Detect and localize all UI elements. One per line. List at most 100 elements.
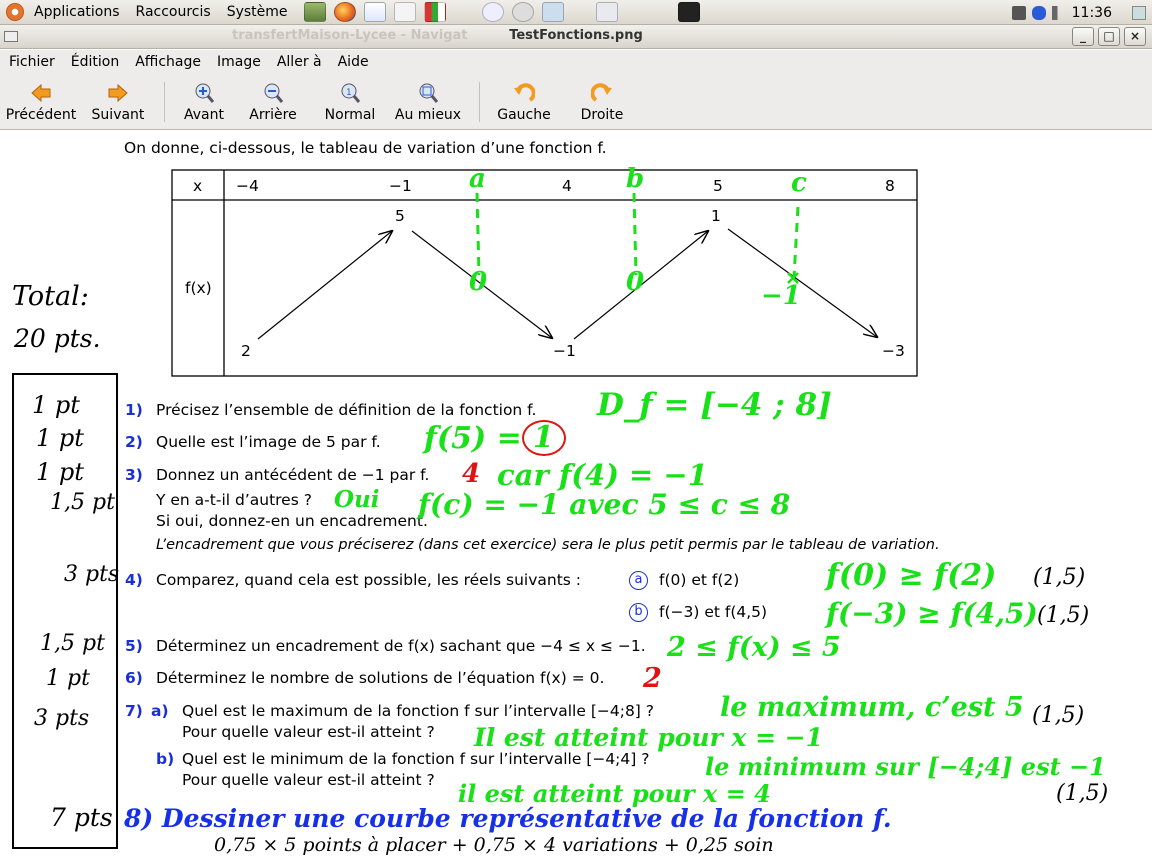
close-button[interactable]: × — [1124, 27, 1146, 46]
network-status-icon[interactable] — [1011, 5, 1026, 20]
q2-text: Quelle est l’image de 5 par f. — [156, 433, 381, 451]
rotate-right-button[interactable]: Droite — [558, 74, 646, 130]
menu-aide[interactable]: Aide — [330, 54, 377, 70]
q4-text: Comparez, quand cela est possible, les r… — [156, 571, 582, 589]
q2-number: 2) — [125, 433, 143, 451]
panel-menus: Applications Raccourcis Système — [0, 0, 296, 25]
points-q4a: (1,5) — [1033, 565, 1086, 590]
answer-q3: car f(4) = −1 — [497, 458, 708, 492]
pointer-launcher-icon[interactable] — [541, 2, 564, 22]
zoom-normal-button[interactable]: 1 Normal — [313, 74, 387, 130]
answer-q7b: le minimum sur [−4;4] est −1 — [705, 752, 1106, 781]
arrow-increasing-1 — [257, 231, 392, 340]
question-8-grading: 0,75 × 5 points à placer + 0,75 × 4 vari… — [214, 834, 774, 856]
score-q6: 1 pt — [46, 666, 90, 691]
wx-launcher-icon[interactable] — [363, 2, 386, 22]
annotation-dash-a — [475, 192, 481, 276]
top-panel: Applications Raccourcis Système 11:36 — [0, 0, 1152, 25]
total-label: Total: — [12, 281, 89, 312]
answer-q3b-oui: Oui — [334, 486, 380, 513]
arrow-left-icon — [30, 82, 52, 104]
volume-icon[interactable] — [1051, 5, 1066, 20]
zoom-out-icon — [262, 82, 284, 104]
zoom-in-label: Avant — [184, 107, 224, 123]
answer-q2-fx: f(5) = — [424, 421, 522, 456]
annotation-minus1-c: −1 — [761, 281, 801, 311]
annotation-zero-a: 0 — [469, 267, 488, 297]
image-editor-launcher-icon[interactable] — [303, 2, 326, 22]
q4b-marker: b — [629, 603, 648, 622]
zoom-fit-label: Au mieux — [394, 107, 462, 123]
q3b-text: Y en a-t-il d’autres ? — [156, 491, 312, 509]
arrow-decreasing-2 — [727, 228, 877, 337]
zoom-out-button[interactable]: Arrière — [233, 74, 313, 130]
answer-q3b: f(c) = −1 avec 5 ≤ c ≤ 8 — [418, 488, 791, 521]
annotation-b: b — [626, 164, 645, 194]
window-titlebar: transfertMaison-Lycee - Navigat TestFonc… — [0, 25, 1152, 49]
clock[interactable]: 11:36 — [1072, 5, 1112, 21]
compass-launcher-icon[interactable] — [511, 2, 534, 22]
q7a-text: Quel est le maximum de la fonction f sur… — [182, 702, 655, 720]
menu-image[interactable]: Image — [209, 54, 269, 70]
x-value-4: 5 — [713, 177, 723, 195]
answer-q4b: f(−3) ≥ f(4,5) — [826, 597, 1038, 630]
zoom-out-label: Arrière — [249, 107, 297, 123]
q7b-marker: b) — [156, 750, 175, 768]
q3-text: Donnez un antécédent de −1 par f. — [156, 466, 430, 484]
q1-text: Précisez l’ensemble de définition de la … — [156, 401, 537, 419]
system-menu[interactable]: Système — [219, 4, 296, 20]
zoom-fit-button[interactable]: Au mieux — [387, 74, 469, 130]
answer-q7a: le maximum, c’est 5 — [720, 692, 1024, 723]
text-editor-launcher-icon[interactable] — [393, 2, 416, 22]
svg-text:1: 1 — [346, 88, 352, 98]
annotation-a: a — [469, 164, 486, 194]
bluetooth-icon[interactable] — [1031, 5, 1046, 20]
show-desktop-icon[interactable] — [1132, 5, 1146, 20]
table-x-label: x — [193, 177, 203, 195]
points-q7b: (1,5) — [1056, 781, 1109, 806]
rotate-left-button[interactable]: Gauche — [490, 74, 558, 130]
minimize-button[interactable]: _ — [1072, 27, 1094, 46]
firefox-launcher-icon[interactable] — [333, 2, 356, 22]
shortcuts-menu[interactable]: Raccourcis — [128, 4, 219, 20]
screenshot-launcher-icon[interactable] — [595, 2, 618, 22]
menu-aller-a[interactable]: Aller à — [269, 54, 330, 70]
q6-number: 6) — [125, 669, 143, 687]
maximize-button[interactable]: □ — [1098, 27, 1120, 46]
answer-q2-value: 1 — [533, 420, 554, 455]
ubuntu-logo-icon[interactable] — [6, 3, 24, 21]
answer-q5: 2 ≤ f(x) ≤ 5 — [667, 632, 841, 663]
q7b2-text: Pour quelle valeur est-il atteint ? — [182, 771, 435, 789]
question-8: 8) Dessiner une courbe représentative de… — [124, 804, 892, 833]
table-fx-label: f(x) — [185, 279, 212, 297]
q4a-text: f(0) et f(2) — [659, 571, 740, 589]
toolbar-separator — [164, 82, 165, 122]
toolbar-separator — [479, 82, 480, 122]
q4a-marker: a — [629, 571, 648, 590]
score-q7: 3 pts — [34, 706, 90, 731]
image-viewport[interactable]: On donne, ci-dessous, le tableau de vari… — [0, 131, 1152, 864]
zoom-normal-icon: 1 — [339, 82, 361, 104]
rotate-left-icon — [513, 82, 535, 104]
launchers — [303, 2, 700, 22]
f-value-3: −1 — [553, 342, 576, 360]
x-value-5: 8 — [885, 177, 895, 195]
x-value-2: −1 — [389, 177, 412, 195]
network-launcher-icon[interactable] — [481, 2, 504, 22]
displayed-image: On donne, ci-dessous, le tableau de vari… — [0, 131, 1152, 864]
applications-menu[interactable]: Applications — [26, 4, 128, 20]
menu-fichier[interactable]: Fichier — [0, 54, 63, 70]
next-button[interactable]: Suivant — [82, 74, 154, 130]
menu-affichage[interactable]: Affichage — [127, 54, 209, 70]
f-value-4: 1 — [711, 207, 721, 225]
menu-edition[interactable]: Édition — [63, 54, 127, 70]
rotate-left-label: Gauche — [497, 107, 551, 123]
score-q4: 3 pts — [64, 562, 120, 587]
previous-button[interactable]: Précédent — [0, 74, 82, 130]
spreadsheet-launcher-icon[interactable] — [423, 2, 446, 22]
q7a-marker: a) — [151, 702, 169, 720]
q7-number: 7) — [125, 702, 143, 720]
zoom-in-button[interactable]: Avant — [175, 74, 233, 130]
terminal-launcher-icon[interactable] — [677, 2, 700, 22]
next-label: Suivant — [91, 107, 145, 123]
